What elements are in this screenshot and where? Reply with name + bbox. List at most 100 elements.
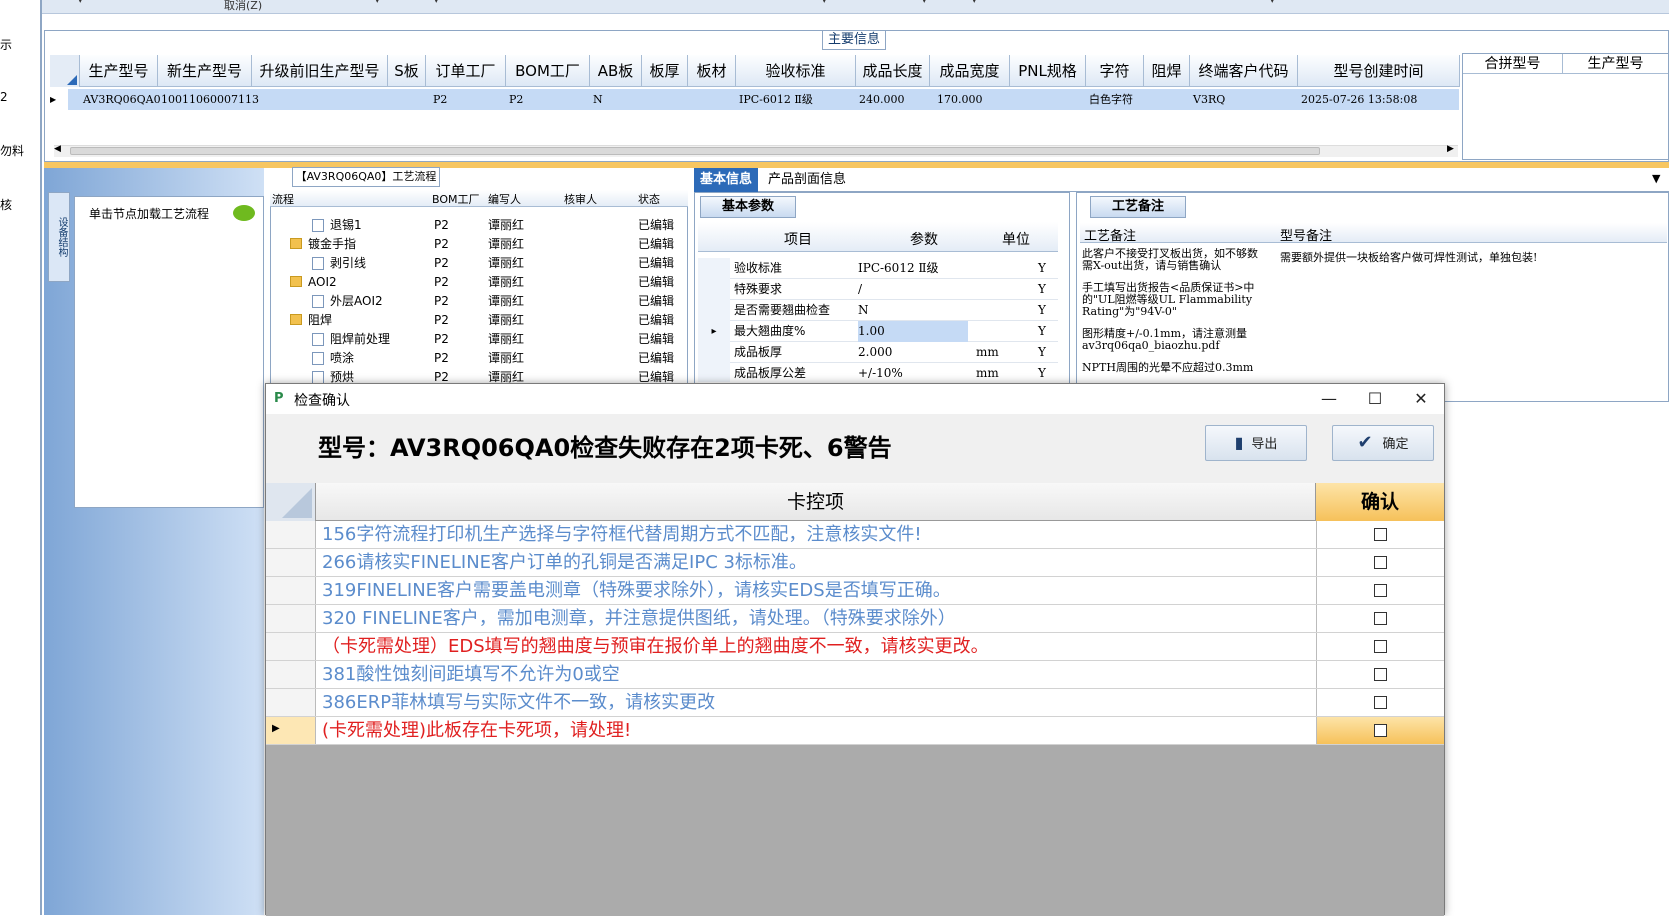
vertical-tab[interactable]: 设备结构 — [48, 192, 70, 282]
col-header[interactable]: 生产型号 — [80, 55, 158, 87]
check-row[interactable]: 386ERP菲林填写与实际文件不一致，请核实更改 — [266, 689, 1444, 717]
col-header[interactable]: 流程 — [272, 191, 294, 207]
scrollbar-thumb[interactable] — [70, 147, 1320, 155]
tree-node[interactable]: 阻焊前处理 P2 谭丽红 已编辑 — [270, 330, 688, 349]
chevron-down-icon[interactable]: ▾ — [922, 0, 927, 6]
param-row[interactable]: 成品板厚 2.000 mm Y — [698, 342, 1058, 363]
scroll-left-icon[interactable]: ◀ — [54, 144, 61, 154]
left-nav-item[interactable]: 示 — [0, 36, 12, 53]
chevron-down-icon[interactable]: ▾ — [78, 0, 83, 6]
col-header[interactable]: 核审人 — [564, 191, 597, 207]
cell-length[interactable]: 240.000 — [856, 89, 905, 110]
col-header[interactable]: S板 — [388, 55, 426, 87]
check-row[interactable]: ▶ (卡死需处理)此板存在卡死项，请处理! — [266, 717, 1444, 745]
check-row[interactable]: （卡死需处理）EDS填写的翘曲度与预审在报价单上的翘曲度不一致，请核实更改。 — [266, 633, 1444, 661]
check-row[interactable]: 156字符流程打印机生产选择与字符框代替周期方式不匹配，注意核实文件! — [266, 521, 1444, 549]
param-row[interactable]: 特殊要求 / Y — [698, 279, 1058, 300]
confirm-checkbox[interactable] — [1374, 556, 1387, 569]
maximize-icon[interactable]: ☐ — [1352, 384, 1398, 414]
export-button[interactable]: ▮ 导出 — [1205, 425, 1307, 461]
param-row[interactable]: 成品板厚公差 +/-10% mm Y — [698, 363, 1058, 382]
col-header[interactable]: 型号创建时间 — [1298, 55, 1460, 87]
col-header-item[interactable]: 卡控项 — [316, 483, 1316, 521]
tree-node[interactable]: 阻焊 P2 谭丽红 已编辑 — [270, 311, 688, 330]
col-header[interactable]: 升级前旧生产型号 — [252, 55, 388, 87]
cell-width[interactable]: 170.000 — [934, 89, 983, 110]
chevron-down-icon[interactable]: ▾ — [1270, 0, 1275, 6]
left-nav-item[interactable]: 2 — [0, 90, 8, 104]
check-row[interactable]: 319FINELINE客户需要盖电测章（特殊要求除外），请核实EDS是否填写正确… — [266, 577, 1444, 605]
model-note[interactable]: 需要额外提供一块板给客户做可焊性测试，单独包装! — [1280, 249, 1650, 265]
col-header[interactable]: 合拼型号 — [1463, 54, 1563, 74]
col-header[interactable]: 工艺备注 — [1084, 225, 1136, 244]
cell-char[interactable]: 白色字符 — [1086, 89, 1133, 110]
cell-ab[interactable]: N — [590, 89, 603, 110]
confirm-checkbox[interactable] — [1374, 668, 1387, 681]
col-header[interactable]: 编写人 — [488, 191, 521, 207]
confirm-checkbox[interactable] — [1374, 612, 1387, 625]
tab-basic-params[interactable]: 基本参数 — [700, 196, 796, 218]
confirm-checkbox[interactable] — [1374, 724, 1387, 737]
left-nav-item[interactable]: 核 — [0, 196, 12, 213]
col-header[interactable]: BOM工厂 — [506, 55, 590, 87]
craft-note-cell[interactable]: 此客户不接受打叉板出货，如不够数需X-out出货，请与销售确认 手工填写出货报告… — [1082, 248, 1258, 380]
confirm-checkbox[interactable] — [1374, 696, 1387, 709]
col-header[interactable]: 板厚 — [642, 55, 688, 87]
tree-node[interactable]: 镀金手指 P2 谭丽红 已编辑 — [270, 235, 688, 254]
col-header[interactable]: 型号备注 — [1280, 225, 1332, 244]
col-header[interactable]: AB板 — [590, 55, 642, 87]
col-header[interactable]: 终端客户代码 — [1190, 55, 1298, 87]
cancel-button[interactable]: 取消(Z) — [224, 0, 262, 13]
tree-node[interactable]: 剥引线 P2 谭丽红 已编辑 — [270, 254, 688, 273]
close-icon[interactable]: ✕ — [1398, 384, 1444, 414]
cell-bom-factory[interactable]: P2 — [506, 89, 523, 110]
col-header[interactable]: 状态 — [638, 191, 660, 207]
col-header[interactable]: 单位 — [1002, 229, 1030, 249]
tree-node[interactable]: AOI2 P2 谭丽红 已编辑 — [270, 273, 688, 292]
cell-order-factory[interactable]: P2 — [430, 89, 447, 110]
param-row[interactable]: 是否需要翘曲检查 N Y — [698, 300, 1058, 321]
col-header[interactable]: 订单工厂 — [426, 55, 506, 87]
check-row[interactable]: 266请核实FINELINE客户订单的孔铜是否满足IPC 3标标准。 — [266, 549, 1444, 577]
col-header[interactable]: 板材 — [688, 55, 736, 87]
cell-new-prod-no[interactable]: 10011060007113 — [158, 89, 259, 110]
tab-craft-notes[interactable]: 工艺备注 — [1090, 196, 1186, 218]
cell-created[interactable]: 2025-07-26 13:58:08 — [1298, 89, 1417, 110]
col-header[interactable]: 成品宽度 — [930, 55, 1010, 87]
confirm-checkbox[interactable] — [1374, 528, 1387, 541]
tab-basic-info[interactable]: 基本信息 — [694, 168, 758, 192]
col-header[interactable]: 生产型号 — [1563, 54, 1668, 74]
scroll-right-icon[interactable]: ▶ — [1447, 144, 1454, 154]
confirm-checkbox[interactable] — [1374, 584, 1387, 597]
cell-customer[interactable]: V3RQ — [1190, 89, 1225, 110]
col-header[interactable]: PNL规格 — [1010, 55, 1086, 87]
col-header[interactable]: 新生产型号 — [158, 55, 252, 87]
tree-node[interactable]: 喷涂 P2 谭丽红 已编辑 — [270, 349, 688, 368]
left-nav-item[interactable]: 勿料 — [0, 142, 24, 159]
col-header-confirm[interactable]: 确认 — [1316, 483, 1444, 521]
chevron-down-icon[interactable]: ▾ — [375, 0, 380, 6]
check-row[interactable]: 320 FINELINE客户，需加电测章，并注意提供图纸，请处理。（特殊要求除外… — [266, 605, 1444, 633]
cell-standard[interactable]: IPC-6012 Ⅱ级 — [736, 89, 813, 110]
chevron-down-icon[interactable]: ▾ — [434, 0, 439, 6]
param-row[interactable]: ▸ 最大翘曲度% 1.00 Y — [698, 321, 1058, 342]
col-header[interactable]: 验收标准 — [736, 55, 856, 87]
tab-profile-info[interactable]: 产品剖面信息 — [768, 168, 846, 192]
col-header[interactable]: BOM工厂 — [432, 191, 480, 207]
col-header[interactable]: 成品长度 — [856, 55, 930, 87]
check-row[interactable]: 381酸性蚀刻间距填写不允许为0或空 — [266, 661, 1444, 689]
col-header[interactable]: 字符 — [1086, 55, 1144, 87]
col-header[interactable]: 参数 — [910, 229, 938, 249]
tree-node[interactable]: 外层AOI2 P2 谭丽红 已编辑 — [270, 292, 688, 311]
chevron-down-icon[interactable]: ▼ — [1652, 172, 1660, 185]
col-header[interactable]: 项目 — [784, 229, 812, 249]
chevron-down-icon[interactable]: ▾ — [972, 0, 977, 6]
ok-button[interactable]: ✔ 确定 — [1332, 425, 1434, 461]
chevron-down-icon[interactable]: ▾ — [822, 0, 827, 6]
minimize-icon[interactable]: — — [1306, 384, 1352, 414]
tree-node[interactable]: 退锡1 P2 谭丽红 已编辑 — [270, 216, 688, 235]
confirm-checkbox[interactable] — [1374, 640, 1387, 653]
cell-prod-no[interactable]: AV3RQ06QA0 — [80, 89, 161, 110]
param-row[interactable]: 验收标准 IPC-6012 Ⅱ级 Y — [698, 258, 1058, 279]
col-header[interactable]: 阻焊 — [1144, 55, 1190, 87]
